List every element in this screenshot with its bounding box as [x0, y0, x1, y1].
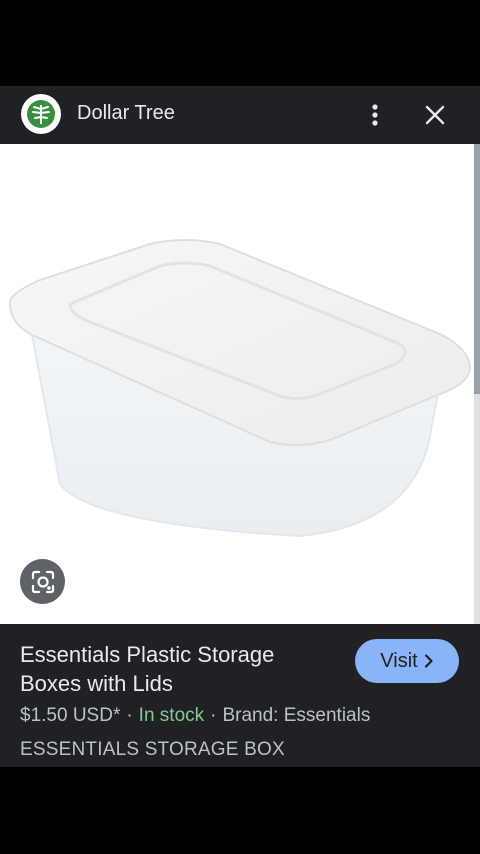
storage-box-image — [8, 239, 472, 538]
product-info-panel: Essentials Plastic Storage Boxes with Li… — [0, 624, 480, 767]
close-button[interactable] — [418, 97, 452, 133]
stock-status: In stock — [138, 705, 205, 726]
site-header: Dollar Tree — [0, 86, 480, 144]
dollar-tree-logo-icon — [21, 94, 61, 134]
product-image[interactable] — [0, 144, 474, 624]
more-vert-icon — [372, 104, 378, 126]
visit-button-label: Visit — [380, 649, 418, 672]
chevron-right-icon — [424, 654, 433, 668]
site-name[interactable]: Dollar Tree — [77, 102, 175, 125]
product-subtitle: ESSENTIALS STORAGE BOX — [20, 739, 285, 760]
scrollbar-thumb[interactable] — [474, 144, 480, 394]
scrollbar-track[interactable] — [474, 394, 480, 624]
more-options-button[interactable] — [360, 97, 390, 133]
product-title[interactable]: Essentials Plastic Storage Boxes with Li… — [20, 640, 340, 698]
visit-button[interactable]: Visit — [355, 639, 459, 683]
close-icon — [425, 105, 445, 125]
separator-dot: · — [126, 705, 133, 726]
lens-icon — [31, 570, 54, 593]
price: $1.50 USD* — [20, 705, 121, 726]
separator-dot: · — [210, 705, 217, 726]
brand: Brand: Essentials — [222, 705, 371, 726]
product-meta: $1.50 USD* · In stock · Brand: Essentials — [20, 705, 370, 727]
lens-search-button[interactable] — [20, 559, 65, 604]
